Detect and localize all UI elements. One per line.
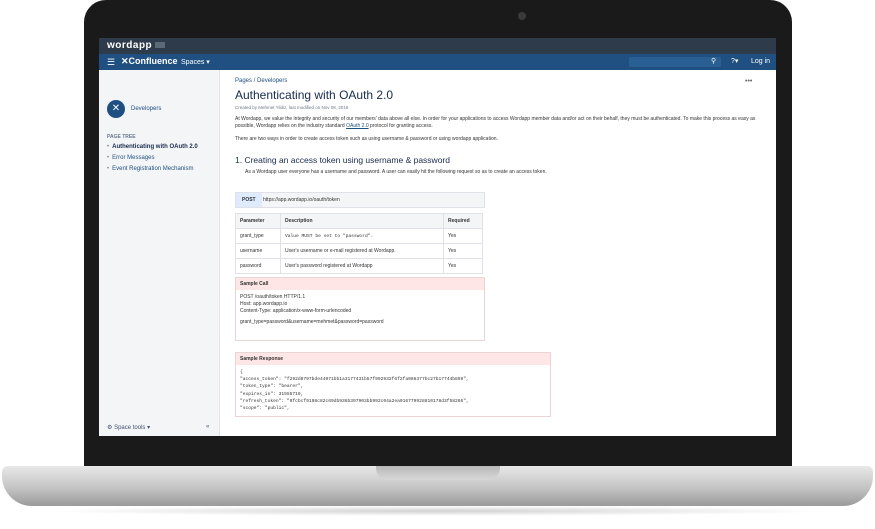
- code-line: "access_token": "f292d8797bde44071bb1a31…: [240, 377, 469, 383]
- sample-call-panel: Sample Call POST /oauth/token HTTP/1.1 H…: [235, 277, 485, 341]
- sample-response-panel: Sample Response { "access_token": "f292d…: [235, 352, 551, 418]
- brand-box-icon: [155, 42, 166, 49]
- column-header: Parameter: [235, 213, 281, 229]
- bullet-icon: •: [107, 166, 110, 172]
- brand-logo[interactable]: wordapp: [107, 40, 152, 51]
- table-cell: User's username or e-mail registered at …: [280, 243, 444, 259]
- sample-call-heading: Sample Call: [236, 278, 484, 290]
- table-cell: Value MUST be set to "password".: [280, 228, 444, 244]
- column-header: Required: [443, 213, 483, 229]
- space-avatar-icon[interactable]: ✕: [107, 100, 125, 118]
- laptop-shadow: [40, 506, 835, 516]
- space-name-link[interactable]: Developers: [131, 106, 161, 112]
- space-tools-button[interactable]: ⚙ Space tools ▾: [107, 424, 150, 431]
- table-cell: password: [235, 258, 281, 274]
- code-line: grant_type=password&username=mehmet&pass…: [240, 319, 384, 325]
- camera-icon: [518, 12, 526, 20]
- table-cell: grant_type: [235, 228, 281, 244]
- table-row: username User's username or e-mail regis…: [235, 243, 483, 259]
- breadcrumb-developers[interactable]: Developers: [257, 78, 287, 84]
- code-line: "scope": "public",: [240, 406, 290, 412]
- table-cell: User's password registered at Wordapp: [280, 258, 444, 274]
- page-byline: Created by Mehmet Yildiz, last modified …: [235, 105, 349, 110]
- brand-bar: wordapp: [99, 38, 776, 54]
- code-line: "expires_in": 31555719,: [240, 391, 304, 397]
- code-line: Host: app.wordapp.io: [240, 301, 288, 307]
- table-cell: Yes: [443, 228, 483, 244]
- endpoint-url: https://app.wordapp.io/oauth/token: [263, 197, 340, 203]
- code-line: Content-Type: application/x-www-form-url…: [240, 308, 352, 314]
- section-paragraph: As a Wordapp user everyone has a usernam…: [245, 169, 547, 175]
- confluence-x-icon: ✕: [121, 56, 129, 66]
- laptop-notch: [376, 466, 500, 480]
- http-method: POST: [236, 193, 262, 207]
- endpoint-box: POST https://app.wordapp.io/oauth/token: [235, 192, 485, 208]
- confluence-logo[interactable]: ✕Confluence: [121, 56, 178, 67]
- tree-item-oauth[interactable]: • Authenticating with OAuth 2.0: [107, 144, 198, 150]
- login-link[interactable]: Log in: [751, 58, 770, 65]
- code-line: "refresh_token": "0fcbcf9198c82c69db936b…: [240, 398, 469, 404]
- oauth-link[interactable]: OAuth 2.0: [346, 123, 369, 129]
- menu-icon[interactable]: ☰: [107, 57, 115, 68]
- table-cell: username: [235, 243, 281, 259]
- column-header: Description: [280, 213, 444, 229]
- intro-paragraph-2: There are two ways in order to create ac…: [235, 136, 498, 142]
- page-tree: • Authenticating with OAuth 2.0 • Error Me…: [107, 144, 198, 177]
- page-title: Authenticating with OAuth 2.0: [235, 88, 394, 102]
- page-tree-heading: PAGE TREE: [107, 134, 136, 140]
- bullet-icon: •: [107, 144, 110, 150]
- page-content: Pages / Developers Authenticating with O…: [235, 78, 765, 418]
- breadcrumb-pages[interactable]: Pages: [235, 78, 252, 84]
- search-input[interactable]: [629, 57, 721, 67]
- breadcrumb: Pages / Developers: [235, 78, 288, 84]
- help-menu[interactable]: ?▾: [731, 57, 738, 65]
- sample-call-body: POST /oauth/token HTTP/1.1 Host: app.wor…: [236, 290, 484, 340]
- code-line: {: [240, 370, 243, 375]
- code-line: POST /oauth/token HTTP/1.1: [240, 294, 306, 300]
- sample-response-heading: Sample Response: [236, 353, 550, 365]
- top-nav: ☰ ✕Confluence Spaces ▾ ⚲ ?▾ Log in: [99, 54, 776, 70]
- tree-item-events[interactable]: • Event Registration Mechanism: [107, 166, 198, 172]
- table-cell: Yes: [443, 258, 483, 274]
- section-heading: 1. Creating an access token using userna…: [235, 155, 450, 165]
- tree-item-errors[interactable]: • Error Messages: [107, 155, 198, 161]
- intro-paragraph: At Wordapp, we value the integrity and s…: [235, 116, 756, 129]
- search-icon[interactable]: ⚲: [711, 57, 716, 65]
- bullet-icon: •: [107, 155, 110, 161]
- table-cell: Yes: [443, 243, 483, 259]
- gear-icon: ⚙: [107, 425, 113, 431]
- table-row: grant_type Value MUST be set to "passwor…: [235, 228, 483, 244]
- code-line: "token_type": "bearer",: [240, 384, 304, 390]
- table-header-row: Parameter Description Required: [235, 213, 483, 229]
- collapse-sidebar-button[interactable]: «: [206, 424, 209, 430]
- spaces-menu[interactable]: Spaces ▾: [181, 58, 210, 66]
- sample-response-body: { "access_token": "f292d8797bde44071bb1a…: [236, 365, 550, 417]
- table-row: password User's password registered at W…: [235, 258, 483, 274]
- screen: wordapp ☰ ✕Confluence Spaces ▾ ⚲ ?▾ Log …: [99, 38, 776, 436]
- parameter-table: Parameter Description Required grant_typ…: [235, 213, 483, 274]
- sidebar: ✕ Developers PAGE TREE • Authenticating w…: [99, 70, 220, 436]
